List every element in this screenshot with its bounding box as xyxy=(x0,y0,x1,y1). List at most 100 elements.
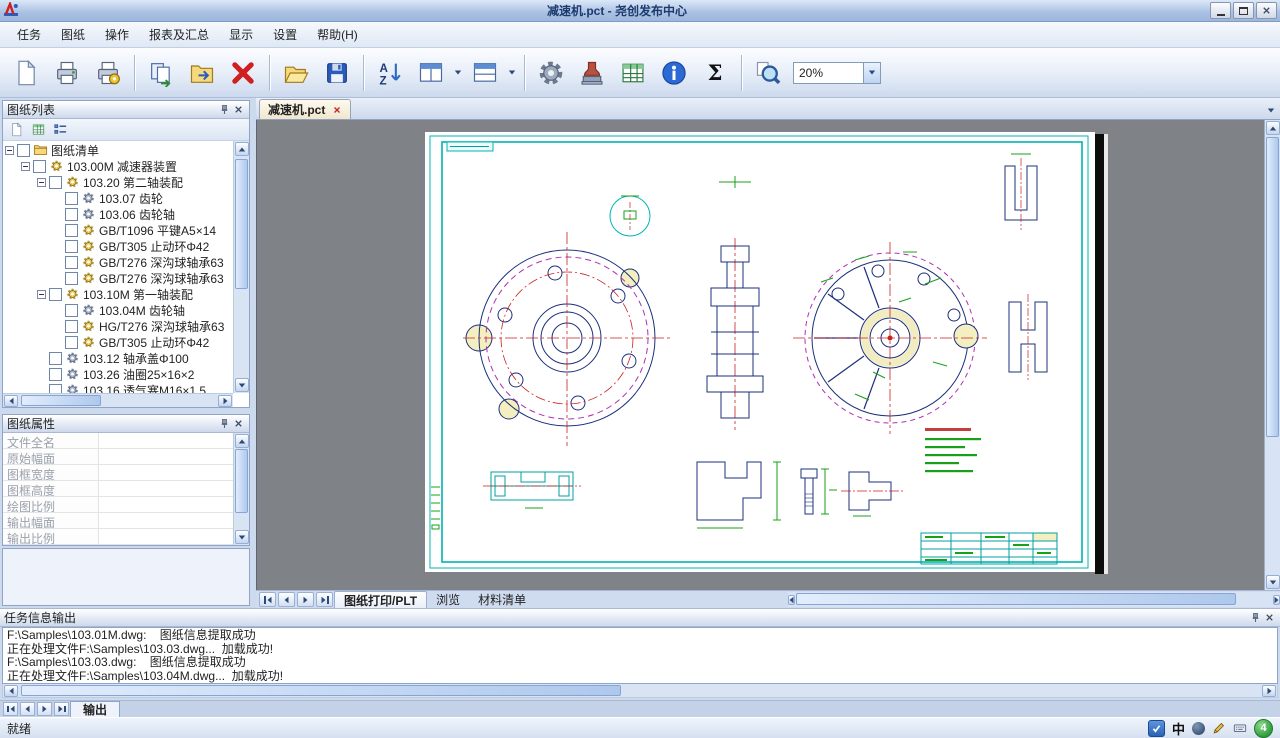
tree-row[interactable]: GB/T305 止动环Φ42 xyxy=(3,238,233,254)
close-panel-icon[interactable] xyxy=(1262,611,1276,625)
property-row[interactable]: 原始幅面 xyxy=(3,449,233,465)
scroll-down-button[interactable] xyxy=(235,378,249,392)
tree-checkbox[interactable] xyxy=(65,256,78,269)
tree-checkbox[interactable] xyxy=(65,304,78,317)
tree-row[interactable]: HG/T276 深沟球轴承63 xyxy=(3,318,233,334)
output-tab[interactable]: 输出 xyxy=(70,701,120,717)
canvas-horizontal-scrollbar[interactable] xyxy=(788,592,1280,607)
sort-button[interactable] xyxy=(370,52,410,94)
collapse-icon[interactable] xyxy=(21,162,30,171)
tree-checkbox[interactable] xyxy=(49,288,62,301)
property-row[interactable]: 输出幅面 xyxy=(3,513,233,529)
tree-checkbox[interactable] xyxy=(65,320,78,333)
tab-print-plt[interactable]: 图纸打印/PLT xyxy=(334,591,427,608)
tree-row[interactable]: GB/T276 深沟球轴承63 xyxy=(3,270,233,286)
close-panel-icon[interactable] xyxy=(231,417,245,431)
minimize-button[interactable] xyxy=(1210,2,1231,19)
property-row[interactable]: 输出比例 xyxy=(3,529,233,545)
tree-row[interactable]: GB/T1096 平键A5×14 xyxy=(3,222,233,238)
print-button[interactable] xyxy=(47,52,87,94)
stamp-button[interactable] xyxy=(572,52,612,94)
tree-horizontal-scrollbar[interactable] xyxy=(3,393,233,407)
menu-help[interactable]: 帮助(H) xyxy=(308,23,367,46)
window-layout-dropdown[interactable] xyxy=(452,52,464,94)
tree-checkbox[interactable] xyxy=(65,272,78,285)
property-value[interactable] xyxy=(99,497,233,512)
tree-checkbox[interactable] xyxy=(65,240,78,253)
tree-row[interactable]: 103.20 第二轴装配 xyxy=(3,174,233,190)
align-layout-button[interactable] xyxy=(465,52,505,94)
tree-checkbox[interactable] xyxy=(65,192,78,205)
tree-row[interactable]: 103.16 透气塞M16×1.5 xyxy=(3,382,233,393)
tree-row[interactable]: 103.26 油圈25×16×2 xyxy=(3,366,233,382)
save-button[interactable] xyxy=(317,52,357,94)
tree-row[interactable]: 103.07 齿轮 xyxy=(3,190,233,206)
scroll-down-button[interactable] xyxy=(1266,575,1280,589)
tree-checkbox[interactable] xyxy=(17,144,30,157)
collapse-icon[interactable] xyxy=(5,146,14,155)
tree-row[interactable]: 103.12 轴承盖Φ100 xyxy=(3,350,233,366)
print-setup-button[interactable] xyxy=(88,52,128,94)
prev-tab-button[interactable] xyxy=(278,592,295,607)
new-list-button[interactable] xyxy=(6,121,26,139)
close-button[interactable] xyxy=(1256,2,1277,19)
publish-folder-button[interactable] xyxy=(182,52,222,94)
open-button[interactable] xyxy=(276,52,316,94)
pin-icon[interactable] xyxy=(217,103,231,117)
next-tab-button[interactable] xyxy=(297,592,314,607)
property-value[interactable] xyxy=(99,449,233,464)
prev-output-tab-button[interactable] xyxy=(20,702,35,716)
document-tab[interactable]: 减速机.pct xyxy=(259,99,351,119)
menu-operate[interactable]: 操作 xyxy=(96,23,138,46)
output-log[interactable]: F:\Samples\103.01M.dwg: 图纸信息提取成功 正在处理文件F… xyxy=(2,627,1278,684)
zoom-combobox[interactable]: 20% xyxy=(793,62,881,84)
menu-report[interactable]: 报表及汇总 xyxy=(140,23,218,46)
pin-icon[interactable] xyxy=(217,417,231,431)
last-tab-button[interactable] xyxy=(316,592,333,607)
new-button[interactable] xyxy=(6,52,46,94)
pin-icon[interactable] xyxy=(1248,611,1262,625)
menu-display[interactable]: 显示 xyxy=(220,23,262,46)
detail-view-button[interactable] xyxy=(28,121,48,139)
close-panel-icon[interactable] xyxy=(231,103,245,117)
settings-button[interactable] xyxy=(531,52,571,94)
tab-material-list[interactable]: 材料清单 xyxy=(469,591,535,608)
scroll-thumb[interactable] xyxy=(1266,137,1279,437)
align-layout-dropdown[interactable] xyxy=(506,52,518,94)
tree-checkbox[interactable] xyxy=(65,224,78,237)
ime-pen-icon[interactable] xyxy=(1212,721,1226,735)
tree-row[interactable]: 103.10M 第一轴装配 xyxy=(3,286,233,302)
property-row[interactable]: 文件全名 xyxy=(3,433,233,449)
maximize-button[interactable] xyxy=(1233,2,1254,19)
collapse-icon[interactable] xyxy=(37,290,46,299)
property-row[interactable]: 图框高度 xyxy=(3,481,233,497)
scroll-thumb[interactable] xyxy=(235,449,248,513)
collapse-icon[interactable] xyxy=(37,178,46,187)
property-row[interactable]: 绘图比例 xyxy=(3,497,233,513)
info-button[interactable] xyxy=(654,52,694,94)
tree-row[interactable]: 图纸清单 xyxy=(3,142,233,158)
tree-row[interactable]: 103.04M 齿轮轴 xyxy=(3,302,233,318)
tree-checkbox[interactable] xyxy=(33,160,46,173)
properties-scrollbar[interactable] xyxy=(233,433,249,545)
ime-indicator-icon[interactable] xyxy=(1148,720,1165,737)
property-value[interactable] xyxy=(99,529,233,544)
property-row[interactable]: 图框宽度 xyxy=(3,465,233,481)
property-value[interactable] xyxy=(99,433,233,448)
next-output-tab-button[interactable] xyxy=(37,702,52,716)
menu-settings[interactable]: 设置 xyxy=(264,23,306,46)
menu-sheet[interactable]: 图纸 xyxy=(52,23,94,46)
output-horizontal-scrollbar[interactable] xyxy=(2,684,1278,698)
scroll-thumb[interactable] xyxy=(21,685,621,696)
scroll-left-button[interactable] xyxy=(788,595,795,605)
tree-checkbox[interactable] xyxy=(49,368,62,381)
last-output-tab-button[interactable] xyxy=(54,702,69,716)
tree-row[interactable]: 103.06 齿轮轴 xyxy=(3,206,233,222)
window-layout-button[interactable] xyxy=(411,52,451,94)
tree-checkbox[interactable] xyxy=(49,176,62,189)
scroll-right-button[interactable] xyxy=(1273,595,1280,605)
scroll-up-button[interactable] xyxy=(235,142,249,156)
summary-button[interactable]: Σ xyxy=(695,52,735,94)
tab-browse[interactable]: 浏览 xyxy=(427,591,469,608)
delete-button[interactable] xyxy=(223,52,263,94)
